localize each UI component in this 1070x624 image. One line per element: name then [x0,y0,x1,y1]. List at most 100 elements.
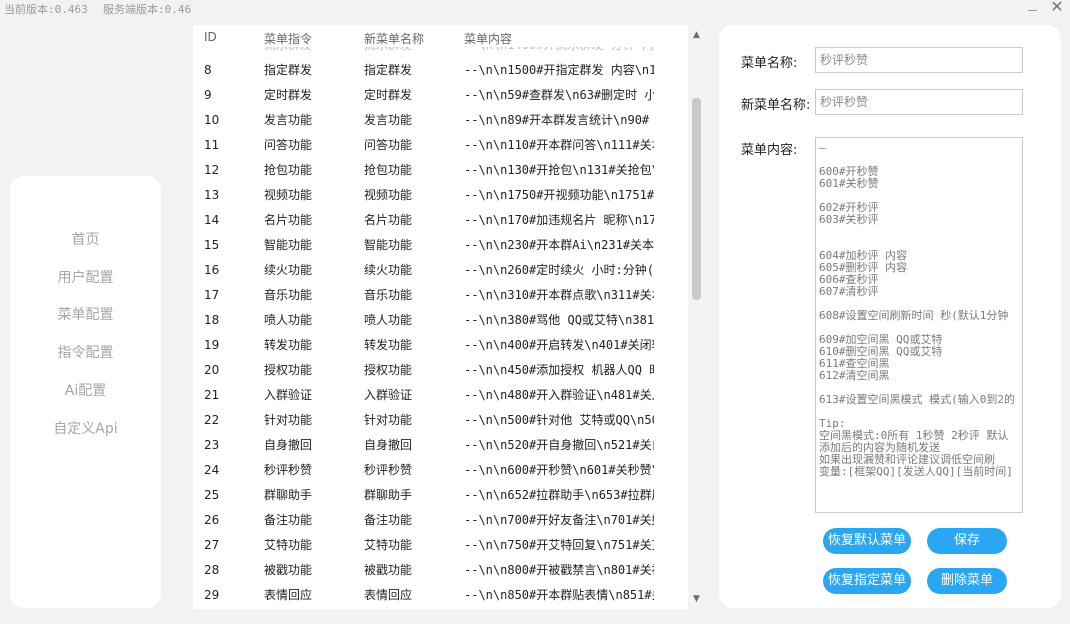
sidebar-item-user-config[interactable]: 用户配置 [10,267,161,287]
cell-id: 22 [204,413,220,427]
column-header-command[interactable]: 菜单指令 [264,30,359,47]
table-row[interactable]: 8 指定群发 指定群发 --\n\n1500#开指定群发 内容\n15 [193,58,688,83]
table-row[interactable]: 15 智能功能 智能功能 --\n\n230#开本群Ai\n231#关本群 [193,233,688,258]
table-row[interactable]: 20 授权功能 授权功能 --\n\n450#添加授权 机器人QQ 时 [193,358,688,383]
minimize-icon[interactable] [1025,1,1041,17]
cell-command: 智能功能 [264,238,313,252]
cell-new-name: 喷人功能 [364,313,413,327]
table-row[interactable]: 14 名片功能 名片功能 --\n\n170#加违规名片 昵称\n171 [193,208,688,233]
cell-new-name: 指定群发 [364,63,413,77]
table-row[interactable]: 24 秒评秒赞 秒评秒赞 --\n\n600#开秒赞\n601#关秒赞\n [193,458,688,483]
cell-id: 23 [204,438,220,452]
table-row[interactable]: 26 备注功能 备注功能 --\n\n700#开好友备注\n701#关好 [193,508,688,533]
table-row[interactable]: 17 音乐功能 音乐功能 --\n\n310#开本群点歌\n311#关本 [193,283,688,308]
sidebar-item-home[interactable]: 首页 [10,229,161,249]
table-row[interactable]: 29 表情回应 表情回应 --\n\n850#开本群贴表情\n851#关 [193,583,688,608]
table-row[interactable]: 10 发言功能 发言功能 --\n\n89#开本群发言统计\n90# [193,108,688,133]
sidebar-item-menu-config[interactable]: 菜单配置 [10,304,161,324]
column-header-id[interactable]: ID [204,30,254,44]
table-row[interactable]: 23 自身撤回 自身撤回 --\n\n520#开自身撤回\n521#关自 [193,433,688,458]
cell-new-name: 艾特功能 [364,538,413,552]
cell-command: 自身撤回 [264,438,313,452]
cell-id: 9 [204,88,212,102]
cell-content: --\n\n230#开本群Ai\n231#关本群 [464,238,654,252]
cell-id: 28 [204,563,220,577]
cell-new-name: 名片功能 [364,213,413,227]
cell-content: --\n\n1750#开视频功能\n1751#关 [464,188,654,202]
cell-command: 喷人功能 [264,313,313,327]
scroll-down-icon[interactable]: ▼ [688,591,705,607]
save-button[interactable]: 保存 [927,528,1007,554]
sidebar-item-custom-api[interactable]: 自定义Api [10,418,161,438]
sidebar-item-command-config[interactable]: 指令配置 [10,342,161,362]
menu-content-textarea[interactable]: — 600#开秒赞 601#关秒赞 602#开秒评 603#关秒评 604#加秒… [815,137,1023,513]
cell-content: --\n\n520#开自身撤回\n521#关自 [464,438,654,452]
cell-new-name: 音乐功能 [364,288,413,302]
menu-name-label: 菜单名称: [741,56,798,71]
cell-new-name: 抢包功能 [364,163,413,177]
close-icon[interactable]: ✕ [1048,0,1066,16]
cell-content: --\n\n400#开启转发\n401#关闭转 [464,338,654,352]
table-row[interactable]: 28 被戳功能 被戳功能 --\n\n800#开被戳禁言\n801#关被 [193,558,688,583]
table-row[interactable]: 19 转发功能 转发功能 --\n\n400#开启转发\n401#关闭转 [193,333,688,358]
table-row[interactable]: 27 艾特功能 艾特功能 --\n\n750#开艾特回复\n751#关艾 [193,533,688,558]
cell-new-name: 入群验证 [364,388,413,402]
cell-command: 转发功能 [264,338,313,352]
cell-content: --\n\n700#开好友备注\n701#关好 [464,513,654,527]
table-header: ID 菜单指令 新菜单名称 菜单内容 [193,25,688,47]
cell-command: 定时群发 [264,88,313,102]
cell-id: 18 [204,313,220,327]
table-row[interactable]: 21 入群验证 入群验证 --\n\n480#开入群验证\n481#关入 [193,383,688,408]
table-row[interactable]: 16 续火功能 续火功能 --\n\n260#定时续火 小时:分钟(2 [193,258,688,283]
menu-content-text: — 600#开秒赞 601#关秒赞 602#开秒评 603#关秒评 604#加秒… [819,141,1015,478]
cell-new-name: 智能功能 [364,238,413,252]
table-row[interactable]: 12 抢包功能 抢包功能 --\n\n130#开抢包\n131#关抢包\n [193,158,688,183]
table-row[interactable]: 11 问答功能 问答功能 --\n\n110#开本群问答\n111#关本 [193,133,688,158]
sidebar-item-ai-config[interactable]: Ai配置 [10,380,161,400]
column-header-new-name[interactable]: 新菜单名称 [364,30,459,47]
vertical-scrollbar[interactable]: ▲ ▼ [688,25,705,609]
cell-new-name: 备注功能 [364,513,413,527]
cell-id: 11 [204,138,220,152]
cell-id: 21 [204,388,220,402]
column-header-content[interactable]: 菜单内容 [464,30,654,47]
scrollbar-thumb[interactable] [692,98,701,300]
cell-command: 视频功能 [264,188,313,202]
cell-id: 13 [204,188,220,202]
cell-id: 12 [204,163,220,177]
cell-content: --\n\n380#骂他 QQ或艾特\n381# [464,313,654,327]
cell-command: 抢包功能 [264,163,313,177]
table-row[interactable]: 25 群聊助手 群聊助手 --\n\n652#拉群助手\n653#拉群屏 [193,483,688,508]
cell-id: 14 [204,213,220,227]
cell-command: 被戳功能 [264,563,313,577]
new-menu-name-input[interactable]: 秒评秒赞 [815,89,1023,115]
cell-content: --\n\n110#开本群问答\n111#关本 [464,138,654,152]
restore-default-menu-button[interactable]: 恢复默认菜单 [823,528,911,554]
restore-specified-menu-button[interactable]: 恢复指定菜单 [823,568,911,594]
cell-content: --\n\n800#开被戳禁言\n801#关被 [464,563,654,577]
cell-new-name: 群聊助手 [364,488,413,502]
cell-id: 15 [204,238,220,252]
cell-id: 8 [204,63,212,77]
delete-menu-button[interactable]: 删除菜单 [927,568,1007,594]
cell-new-name: 自身撤回 [364,438,413,452]
cell-content: --\n\n500#针对他 艾特或QQ\n501 [464,413,654,427]
table-row[interactable]: 13 视频功能 视频功能 --\n\n1750#开视频功能\n1751#关 [193,183,688,208]
menu-name-input[interactable]: 秒评秒赞 [815,47,1023,73]
cell-content: --\n\n600#开秒赞\n601#关秒赞\n [464,463,654,477]
cell-id: 24 [204,463,220,477]
table-row[interactable]: 18 喷人功能 喷人功能 --\n\n380#骂他 QQ或艾特\n381# [193,308,688,333]
cell-content: --\n\n170#加违规名片 昵称\n171 [464,213,654,227]
cell-id: 20 [204,363,220,377]
cell-command: 入群验证 [264,388,313,402]
cell-new-name: 问答功能 [364,138,413,152]
scroll-up-icon[interactable]: ▲ [688,27,705,43]
cell-id: 25 [204,488,220,502]
sidebar: 首页 用户配置 菜单配置 指令配置 Ai配置 自定义Api [10,176,161,608]
title-bar: 当前版本:0.463 服务端版本:0.46 ✕ [0,0,1070,18]
table-row[interactable]: 22 针对功能 针对功能 --\n\n500#针对他 艾特或QQ\n501 [193,408,688,433]
cell-content: --\n\n310#开本群点歌\n311#关本 [464,288,654,302]
cell-content: --\n\n260#定时续火 小时:分钟(2 [464,263,654,277]
table-row[interactable]: 9 定时群发 定时群发 --\n\n59#查群发\n63#删定时 小 [193,83,688,108]
menu-edit-form: 菜单名称: 秒评秒赞 新菜单名称: 秒评秒赞 菜单内容: — 600#开秒赞 6… [719,25,1061,608]
